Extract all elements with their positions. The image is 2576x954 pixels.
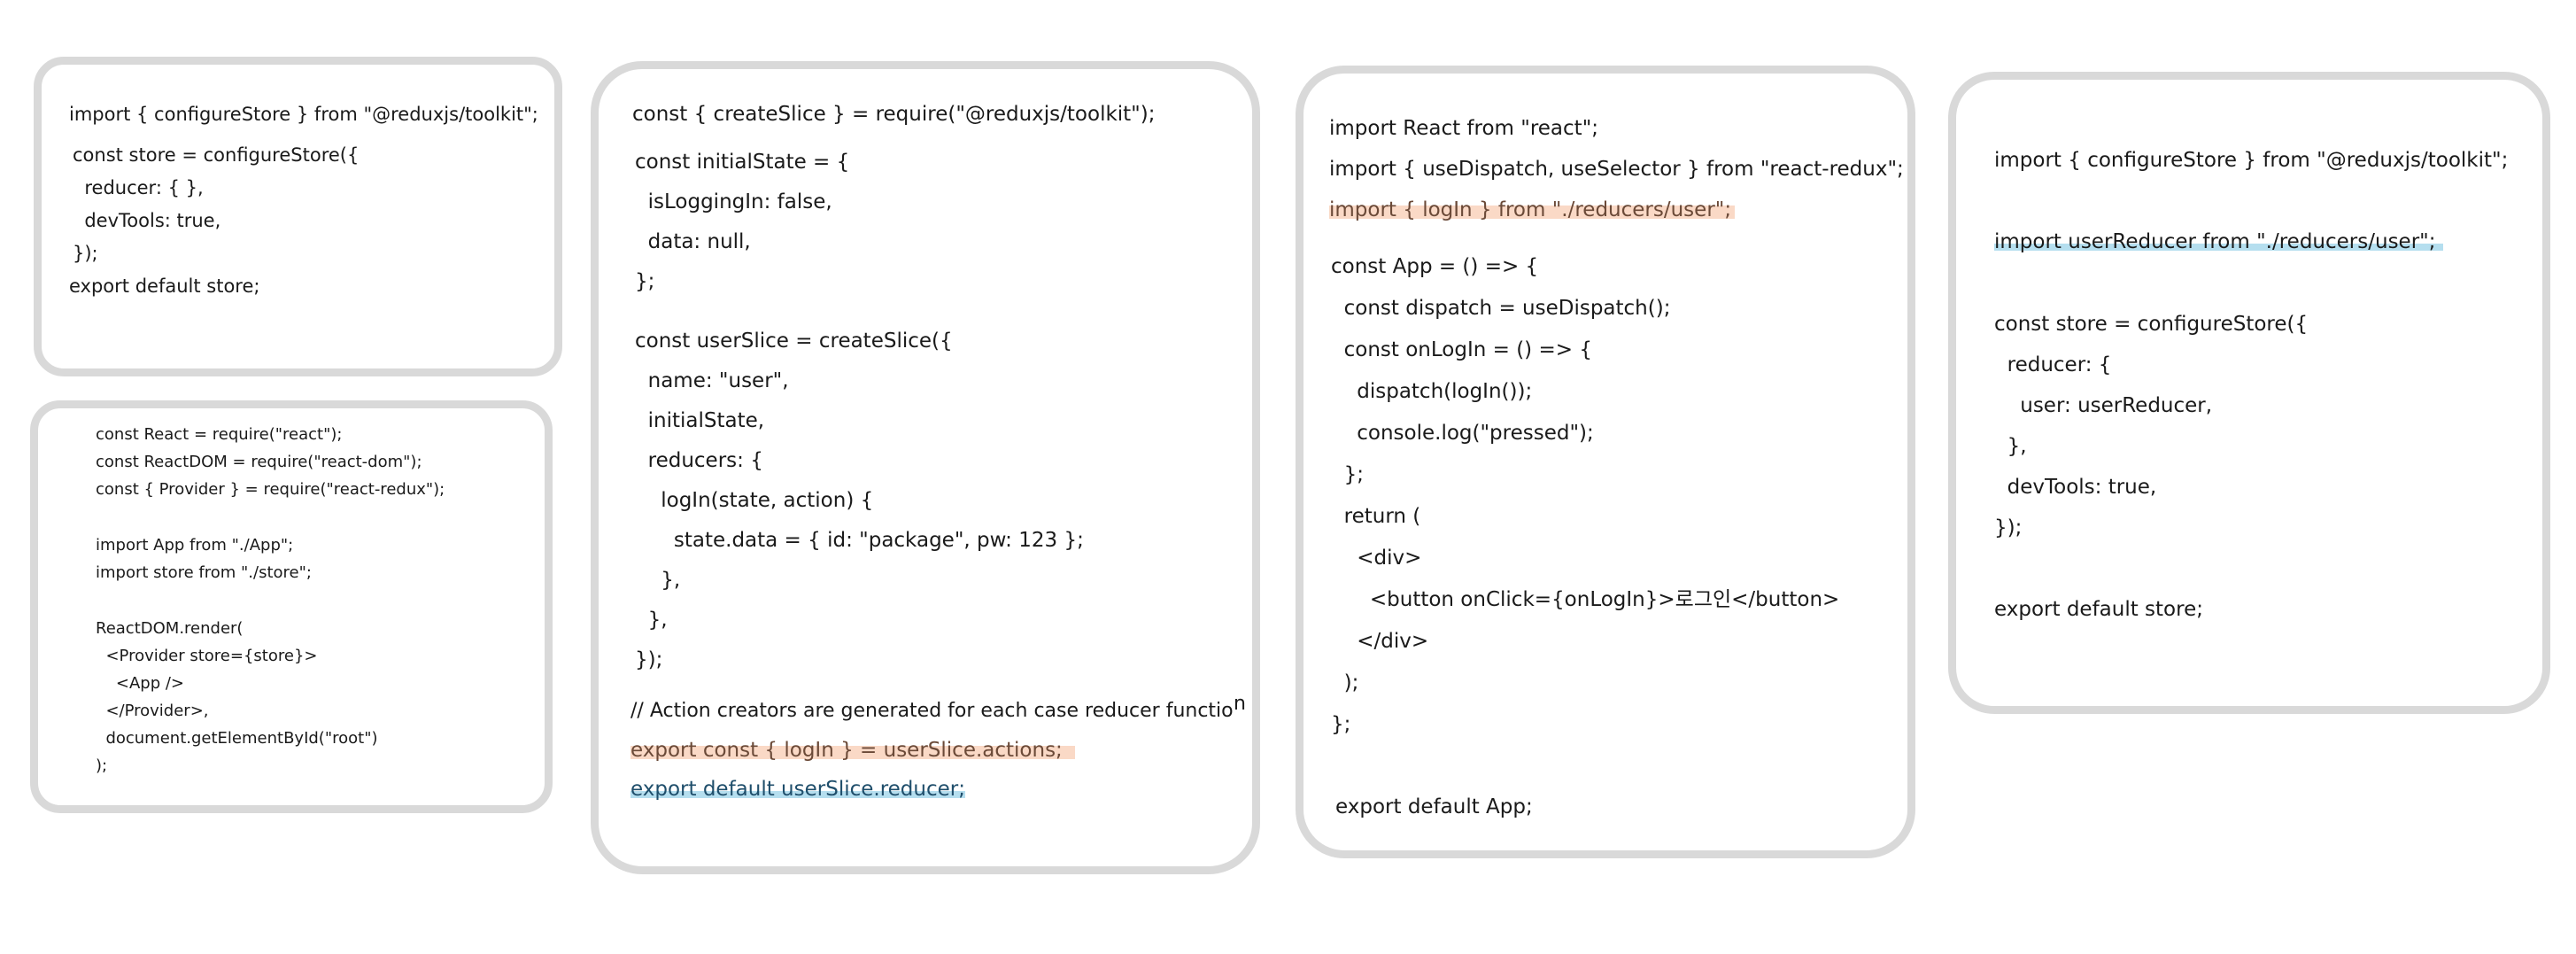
code-line: const store = configureStore({ [73,144,360,166]
code-line: }); [73,243,98,264]
code-line: <App /> [96,674,185,693]
code-line: devTools: true, [1994,476,2157,499]
code-line: dispatch(logIn()); [1331,380,1533,403]
code-line: reducer: { }, [73,177,204,198]
code-line: import React from "react"; [1329,117,1599,140]
code-line: logIn(state, action) { [635,489,874,512]
code-line: isLoggingIn: false, [635,190,832,213]
highlighted-code-line: export default userSlice.reducer; [630,778,965,801]
code-line: }, [1994,435,2027,458]
code-card-store-full: import { configureStore } from "@reduxjs… [1948,72,2550,714]
code-line: reducer: { [1994,353,2112,376]
highlighted-code-line: import { logIn } from "./reducers/user"; [1329,200,1736,221]
code-line: import { configureStore } from "@reduxjs… [1994,149,2509,172]
code-line: state.data = { id: "package", pw: 123 }; [635,529,1084,552]
code-line: return ( [1331,505,1421,528]
code-line: const initialState = { [635,151,850,174]
code-line: name: "user", [635,369,789,392]
code-comment: // Action creators are generated for eac… [630,700,1234,722]
code-line: </Provider>, [96,702,209,720]
highlighted-code-line: import userReducer from "./reducers/user… [1994,232,2443,252]
code-line: const { createSlice } = require("@reduxj… [632,103,1156,126]
code-comment-wrap: n [1234,693,1246,715]
code-line: const App = () => { [1331,255,1539,278]
code-line: import App from "./App"; [96,536,294,555]
code-line: </div> [1331,630,1429,653]
code-line: ReactDOM.render( [96,619,244,638]
code-card-store-basic: import { configureStore } from "@reduxjs… [34,57,562,376]
code-card-index: const React = require("react"); const Re… [30,400,553,813]
code-line: <button onClick={onLogIn}>로그인</button> [1331,588,1840,611]
code-line: devTools: true, [73,210,221,231]
code-line: }); [635,648,663,671]
code-line: }, [635,609,668,632]
code-line: <div> [1331,547,1422,570]
code-line: document.getElementById("root") [96,729,378,748]
code-line: }; [635,270,655,293]
code-line: import { configureStore } from "@reduxjs… [69,104,538,125]
code-line: export default store; [69,275,260,297]
code-line: const React = require("react"); [96,425,343,444]
code-line: const onLogIn = () => { [1331,338,1592,361]
code-card-user-slice: const { createSlice } = require("@reduxj… [591,61,1260,874]
highlighted-code-line: export const { logIn } = userSlice.actio… [630,741,1075,761]
code-line: export default store; [1994,598,2203,621]
code-line: const { Provider } = require("react-redu… [96,480,445,499]
code-line: const store = configureStore({ [1994,313,2309,336]
code-card-app: import React from "react"; import { useD… [1296,66,1915,858]
code-line: initialState, [635,409,765,432]
code-line: import store from "./store"; [96,563,312,582]
code-line: const dispatch = useDispatch(); [1331,297,1671,320]
code-line: console.log("pressed"); [1331,422,1594,445]
code-line: }; [1331,713,1351,736]
code-line: const ReactDOM = require("react-dom"); [96,453,422,471]
code-line: }; [1331,463,1365,486]
code-line: ); [1331,671,1359,694]
code-line: <Provider store={store}> [96,647,318,665]
code-line: user: userReducer, [1994,394,2213,417]
code-line: ); [96,756,108,775]
code-line: data: null, [635,230,751,253]
code-line: import { useDispatch, useSelector } from… [1329,158,1904,181]
code-line: }); [1994,516,2023,539]
code-line: reducers: { [635,449,763,472]
code-line: export default App; [1335,795,1533,818]
code-line: const userSlice = createSlice({ [635,330,953,353]
code-line: }, [635,569,681,592]
